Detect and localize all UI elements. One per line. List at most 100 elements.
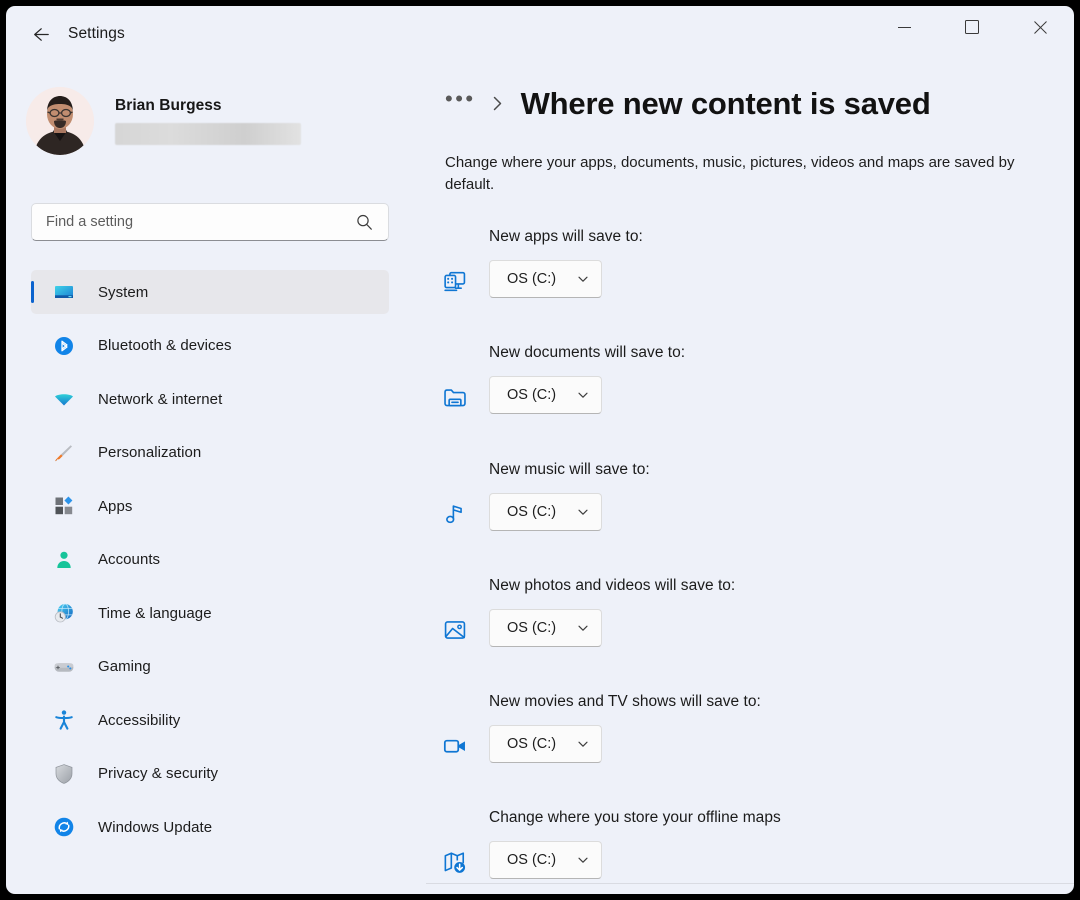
app-monitor-icon: [436, 262, 474, 300]
close-icon: [1033, 20, 1048, 35]
music-note-icon: [436, 495, 474, 533]
sidebar-item-time-language[interactable]: Time & language: [31, 591, 389, 635]
breadcrumb-overflow-button[interactable]: •••: [445, 88, 476, 119]
save-row: New music will save to: OS (C:): [426, 461, 1074, 577]
save-location-dropdown[interactable]: OS (C:): [489, 260, 602, 298]
save-row: New movies and TV shows will save to: OS …: [426, 693, 1074, 809]
sidebar-item-network-internet[interactable]: Network & internet: [31, 377, 389, 421]
app-title: Settings: [68, 25, 125, 43]
search-box[interactable]: [31, 203, 389, 241]
account-card[interactable]: Brian Burgess: [26, 82, 396, 160]
sidebar-item-label: Accounts: [98, 551, 160, 568]
sidebar-item-windows-update[interactable]: Windows Update: [31, 805, 389, 849]
video-camera-icon: [436, 727, 474, 765]
sidebar-item-label: Bluetooth & devices: [98, 337, 232, 354]
sidebar-item-label: Gaming: [98, 658, 151, 675]
save-row-label: New movies and TV shows will save to:: [489, 693, 761, 711]
chevron-down-icon: [576, 505, 590, 519]
bluetooth-icon: [52, 334, 76, 358]
save-row-label: New music will save to:: [489, 461, 650, 479]
sidebar-item-system[interactable]: System: [31, 270, 389, 314]
save-location-dropdown[interactable]: OS (C:): [489, 493, 602, 531]
monitor-icon: [52, 280, 76, 304]
settings-window: Settings: [6, 6, 1074, 894]
documents-folder-icon: [436, 378, 474, 416]
chevron-down-icon: [576, 272, 590, 286]
save-row: New photos and videos will save to: OS (C…: [426, 577, 1074, 693]
save-location-value: OS (C:): [507, 852, 556, 868]
sidebar-item-label: Time & language: [98, 605, 212, 622]
chevron-down-icon: [576, 853, 590, 867]
search-glass-icon: [355, 213, 374, 232]
sidebar-item-accounts[interactable]: Accounts: [31, 538, 389, 582]
maximize-icon: [965, 20, 979, 34]
avatar: [26, 87, 94, 155]
apps-grid-icon: [52, 494, 76, 518]
account-email-redacted: [115, 123, 301, 145]
minimize-icon: [898, 27, 911, 28]
back-arrow-icon: [30, 24, 51, 45]
account-name: Brian Burgess: [115, 97, 301, 115]
paintbrush-icon: [52, 441, 76, 465]
user-avatar-photo-icon: [26, 87, 94, 155]
close-button[interactable]: [1012, 6, 1068, 48]
save-location-dropdown[interactable]: OS (C:): [489, 841, 602, 879]
sidebar-item-label: Privacy & security: [98, 765, 218, 782]
save-location-dropdown[interactable]: OS (C:): [489, 376, 602, 414]
chevron-down-icon: [576, 388, 590, 402]
save-location-value: OS (C:): [507, 504, 556, 520]
page-title: Where new content is saved: [521, 88, 931, 119]
save-row-label: Change where you store your offline maps: [489, 809, 781, 827]
bottom-divider: [426, 883, 1074, 884]
back-button[interactable]: [20, 16, 60, 52]
gamepad-icon: [52, 655, 76, 679]
selected-accent-bar: [31, 281, 34, 303]
save-row: Change where you store your offline maps…: [426, 809, 1074, 894]
chevron-right-icon: [490, 94, 505, 113]
save-location-dropdown[interactable]: OS (C:): [489, 725, 602, 763]
sidebar-item-bluetooth-devices[interactable]: Bluetooth & devices: [31, 324, 389, 368]
chevron-down-icon: [576, 621, 590, 635]
sidebar-item-personalization[interactable]: Personalization: [31, 431, 389, 475]
sidebar-item-label: Accessibility: [98, 712, 180, 729]
sidebar-item-label: Network & internet: [98, 391, 222, 408]
map-download-icon: [436, 843, 474, 881]
save-row: New documents will save to: OS (C:): [426, 344, 1074, 460]
maximize-button[interactable]: [944, 6, 1000, 48]
save-row-label: New photos and videos will save to:: [489, 577, 735, 595]
title-bar: Settings: [6, 6, 1074, 62]
save-location-value: OS (C:): [507, 387, 556, 403]
sidebar-item-gaming[interactable]: Gaming: [31, 645, 389, 689]
search-input[interactable]: [32, 214, 355, 230]
account-text: Brian Burgess: [115, 97, 301, 145]
shield-icon: [52, 762, 76, 786]
save-row-label: New documents will save to:: [489, 344, 685, 362]
save-location-value: OS (C:): [507, 271, 556, 287]
sidebar: Brian Burgess System Bluetooth & devices N…: [6, 62, 426, 894]
page-description: Change where your apps, documents, music…: [445, 152, 1045, 196]
sidebar-nav-list: System Bluetooth & devices Network & inter…: [6, 270, 426, 859]
picture-icon: [436, 611, 474, 649]
sidebar-item-privacy-security[interactable]: Privacy & security: [31, 752, 389, 796]
person-icon: [52, 548, 76, 572]
wifi-icon: [52, 387, 76, 411]
sidebar-item-label: Personalization: [98, 444, 201, 461]
refresh-sync-icon: [52, 815, 76, 839]
save-locations-list: New apps will save to:OS (C:)New documen…: [426, 228, 1074, 894]
sidebar-item-label: Apps: [98, 498, 132, 515]
sidebar-item-apps[interactable]: Apps: [31, 484, 389, 528]
sidebar-item-label: System: [98, 284, 148, 301]
save-location-value: OS (C:): [507, 736, 556, 752]
save-row-label: New apps will save to:: [489, 228, 643, 246]
save-location-value: OS (C:): [507, 620, 556, 636]
clock-globe-icon: [52, 601, 76, 625]
save-row: New apps will save to: OS (C:): [426, 228, 1074, 344]
accessibility-icon: [52, 708, 76, 732]
main-content: ••• Where new content is saved Change wh…: [426, 62, 1074, 894]
minimize-button[interactable]: [876, 6, 932, 48]
search-icon[interactable]: [355, 213, 374, 232]
sidebar-item-accessibility[interactable]: Accessibility: [31, 698, 389, 742]
save-location-dropdown[interactable]: OS (C:): [489, 609, 602, 647]
chevron-down-icon: [576, 737, 590, 751]
breadcrumb: ••• Where new content is saved: [445, 88, 931, 119]
